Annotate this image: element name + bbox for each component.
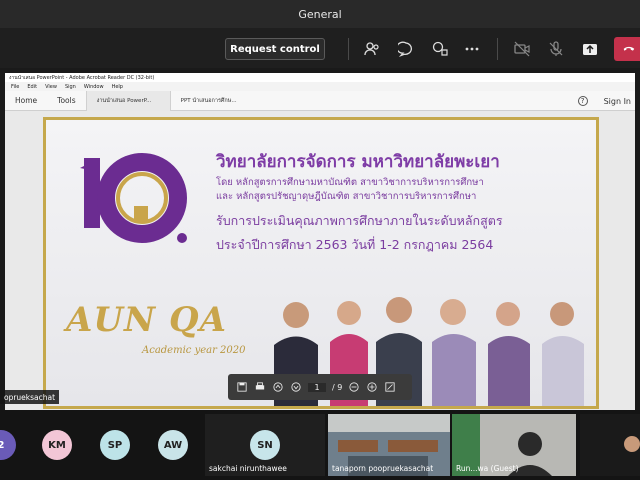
participants-icon[interactable]	[362, 39, 382, 59]
participant-name: tanaporn poopruekasachat	[332, 464, 434, 473]
video-tile[interactable]	[580, 414, 640, 476]
menu-help[interactable]: Help	[112, 84, 123, 90]
more-icon[interactable]	[462, 39, 482, 59]
title-bar: General	[0, 0, 640, 28]
divider	[497, 38, 498, 60]
presenter-name-tag: oprueksachat	[0, 390, 60, 404]
camera-off-icon[interactable]	[512, 39, 532, 59]
zoom-in-icon[interactable]	[366, 381, 378, 393]
menu-view[interactable]: View	[45, 84, 57, 90]
page-number-input[interactable]: 1	[308, 382, 326, 392]
sign-in-link[interactable]: Sign In	[604, 97, 631, 106]
reactions-icon[interactable]	[430, 39, 450, 59]
window-title: General	[298, 7, 342, 21]
participant-name: sakchai nirunthawee	[209, 464, 287, 473]
slide-line-2: โดย หลักสูตรการศึกษามหาบัณฑิต สาขาวิชากา…	[216, 177, 484, 188]
avatar[interactable]: SP	[100, 430, 130, 460]
slide: วิทยาลัยการจัดการ มหาวิทยาลัยพะเยา โดย ห…	[43, 117, 599, 409]
tab-home[interactable]: Home	[5, 91, 47, 111]
person-5	[488, 302, 530, 406]
slide-line-5: ประจำปีการศึกษา 2563 วันที่ 1-2 กรกฎาคม …	[216, 237, 494, 252]
menu-sign[interactable]: Sign	[65, 84, 76, 90]
help-icon[interactable]: ?	[577, 96, 588, 106]
acrobat-title: งานนำเสนอ PowerPoint - Adobe Acrobat Rea…	[5, 73, 635, 82]
chat-icon[interactable]	[396, 39, 416, 59]
slide-heading: วิทยาลัยการจัดการ มหาวิทยาลัยพะเยา	[216, 152, 500, 172]
anniversary-logo	[80, 153, 187, 243]
prev-page-icon[interactable]	[272, 381, 284, 393]
request-control-button[interactable]: Request control	[225, 38, 325, 60]
menu-window[interactable]: Window	[84, 84, 104, 90]
menu-file[interactable]: File	[11, 84, 19, 90]
avatar[interactable]: KM	[42, 430, 72, 460]
participant-gallery: 2 KM SP AW SN sakchai nirunthawee tanapo…	[0, 410, 640, 480]
fit-page-icon[interactable]	[384, 381, 396, 393]
aun-qa-title: AUN QA	[66, 300, 227, 340]
zoom-out-icon[interactable]	[348, 381, 360, 393]
video-tile[interactable]: Run...wa (Guest)	[452, 414, 576, 476]
acrobat-window: งานนำเสนอ PowerPoint - Adobe Acrobat Rea…	[5, 73, 635, 410]
tab-document-2[interactable]: PPT นำเสนอการศึกษ...	[171, 91, 256, 111]
person-6	[542, 302, 584, 406]
slide-line-4: รับการประเมินคุณภาพการศึกษาภายในระดับหลั…	[216, 213, 503, 228]
tab-tools[interactable]: Tools	[47, 91, 85, 111]
participant-name: Run...wa (Guest)	[456, 464, 519, 473]
save-icon[interactable]	[236, 381, 248, 393]
divider	[348, 38, 349, 60]
avatar: SN	[250, 430, 280, 460]
tab-document-1[interactable]: งานนำเสนอ PowerP...	[85, 90, 171, 111]
hang-up-button[interactable]	[614, 37, 640, 61]
share-icon[interactable]	[580, 39, 600, 59]
academic-year: Academic year 2020	[142, 345, 246, 356]
person-4	[432, 299, 476, 406]
participant-tile[interactable]: SN sakchai nirunthawee	[205, 414, 325, 476]
print-icon[interactable]	[254, 381, 266, 393]
pdf-toolbar: 1 / 9	[228, 374, 412, 400]
menu-edit[interactable]: Edit	[27, 84, 37, 90]
video-feed	[580, 414, 640, 476]
hang-up-icon	[622, 40, 636, 59]
page-total: / 9	[332, 382, 343, 392]
meeting-controls: Request control	[0, 28, 640, 68]
slide-line-3: และ หลักสูตรปรัชญาดุษฎีบัณฑิต สาขาวิชากา…	[216, 191, 477, 202]
video-tile[interactable]: tanaporn poopruekasachat	[328, 414, 450, 476]
avatar[interactable]: AW	[158, 430, 188, 460]
shared-screen: งานนำเสนอ PowerPoint - Adobe Acrobat Rea…	[0, 68, 640, 410]
acrobat-tabs: Home Tools งานนำเสนอ PowerP... PPT นำเสน…	[5, 90, 635, 111]
next-page-icon[interactable]	[290, 381, 302, 393]
mic-off-icon[interactable]	[546, 39, 566, 59]
avatar[interactable]: 2	[0, 430, 16, 460]
